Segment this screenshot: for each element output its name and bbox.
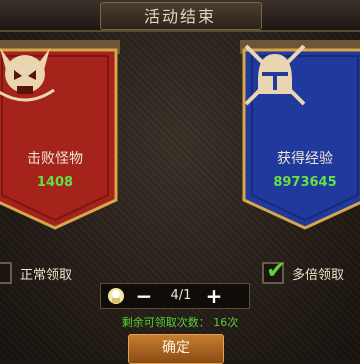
normal-claim-label: 正常领取 [20,267,73,283]
multiple-claim-label: 多倍领取 [292,267,345,283]
monster-kill-value: 1408 [36,175,74,190]
multiplier-stepper: − 4/1 + [100,283,250,309]
increase-button[interactable]: + [203,285,225,307]
multiple-claim-checkbox[interactable]: ✔ [262,258,286,284]
multiple-claim-option[interactable]: ✔ 多倍领取 [262,258,345,286]
page-title: 活动结束 [143,7,216,26]
monster-kill-banner: 击败怪物 1408 [0,40,120,230]
experience-label: 获得经验 [277,151,333,167]
remaining-claims-text: 剩余可领取次数： 16次 [121,316,239,329]
experience-banner: 获得经验 8973645 [240,40,360,230]
decrease-button[interactable]: − [133,285,155,307]
character-avatar-icon [108,288,124,304]
demon-skull-icon [0,48,55,102]
title-bar: 活动结束 [0,0,360,32]
normal-claim-checkbox[interactable] [0,262,12,284]
multiplier-value: 4/1 [170,288,192,303]
checkmark-icon: ✔ [266,256,287,284]
knight-helmet-swords-icon [244,44,306,106]
experience-value: 8973645 [273,175,337,190]
monster-kill-label: 击败怪物 [27,151,83,167]
normal-claim-option[interactable]: 正常领取 [0,260,72,286]
